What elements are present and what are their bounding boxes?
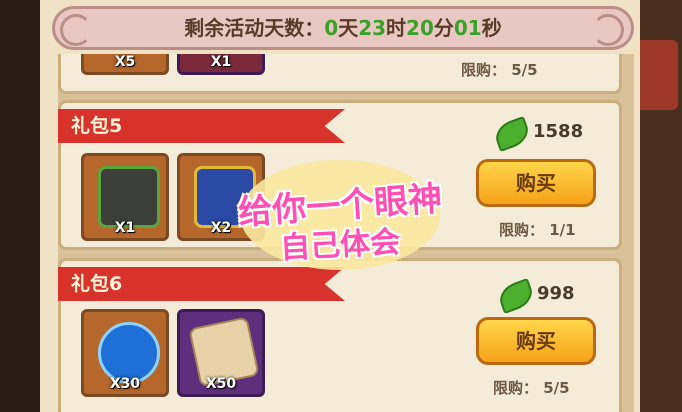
item-quantity: X1 xyxy=(114,220,136,236)
timer-days: 0 xyxy=(324,16,339,40)
purchase-limit: 限购： 5/5 xyxy=(461,61,538,79)
timer-seconds: 01 xyxy=(453,16,482,40)
swirl-ornament-icon xyxy=(60,14,92,46)
pack-title-ribbon: 礼包5 xyxy=(58,109,345,143)
pack-item[interactable]: X1 xyxy=(177,54,265,75)
item-quantity: X5 xyxy=(114,54,136,70)
pack-item[interactable]: X1 xyxy=(81,153,169,241)
timer-hours: 23 xyxy=(358,16,387,40)
panda-hero-icon xyxy=(98,166,160,228)
green-leaf-gem-icon xyxy=(491,115,533,153)
buy-button[interactable]: 购买 xyxy=(476,159,596,207)
pack-price: 998 xyxy=(537,283,575,304)
item-quantity: X1 xyxy=(210,54,232,70)
pack-item[interactable]: X50 xyxy=(177,309,265,397)
buy-button[interactable]: 购买 xyxy=(476,317,596,365)
timer-seconds-unit: 秒 xyxy=(481,16,502,40)
green-leaf-gem-icon xyxy=(495,277,537,315)
sticker-overlay: 给你一个眼神 自己体会 xyxy=(210,150,470,280)
pack-item[interactable]: X30 xyxy=(81,309,169,397)
timer-minutes: 20 xyxy=(406,16,434,40)
event-timer-bar: 剩余活动天数：0天23时20分01秒 xyxy=(52,6,634,50)
timer-prefix: 剩余活动天数： xyxy=(184,16,325,40)
timer-minutes-unit: 分 xyxy=(433,16,454,40)
pack-price: 1588 xyxy=(533,121,584,142)
timer-days-unit: 天 xyxy=(338,16,359,40)
timer-hours-unit: 时 xyxy=(386,16,407,40)
pack-card: 礼包6 X30 X50 998 购买 限购： 5/5 xyxy=(58,258,622,412)
background-left xyxy=(0,0,40,412)
purchase-limit: 限购： 1/1 xyxy=(499,221,576,239)
blue-crystal-icon xyxy=(98,322,160,384)
pack-card: X5 X1 限购： 5/5 xyxy=(58,54,622,94)
item-quantity: X50 xyxy=(205,376,237,392)
purchase-limit: 限购： 5/5 xyxy=(493,379,570,397)
swirl-ornament-icon xyxy=(592,14,624,46)
pack-item[interactable]: X5 xyxy=(81,54,169,75)
item-quantity: X30 xyxy=(109,376,141,392)
